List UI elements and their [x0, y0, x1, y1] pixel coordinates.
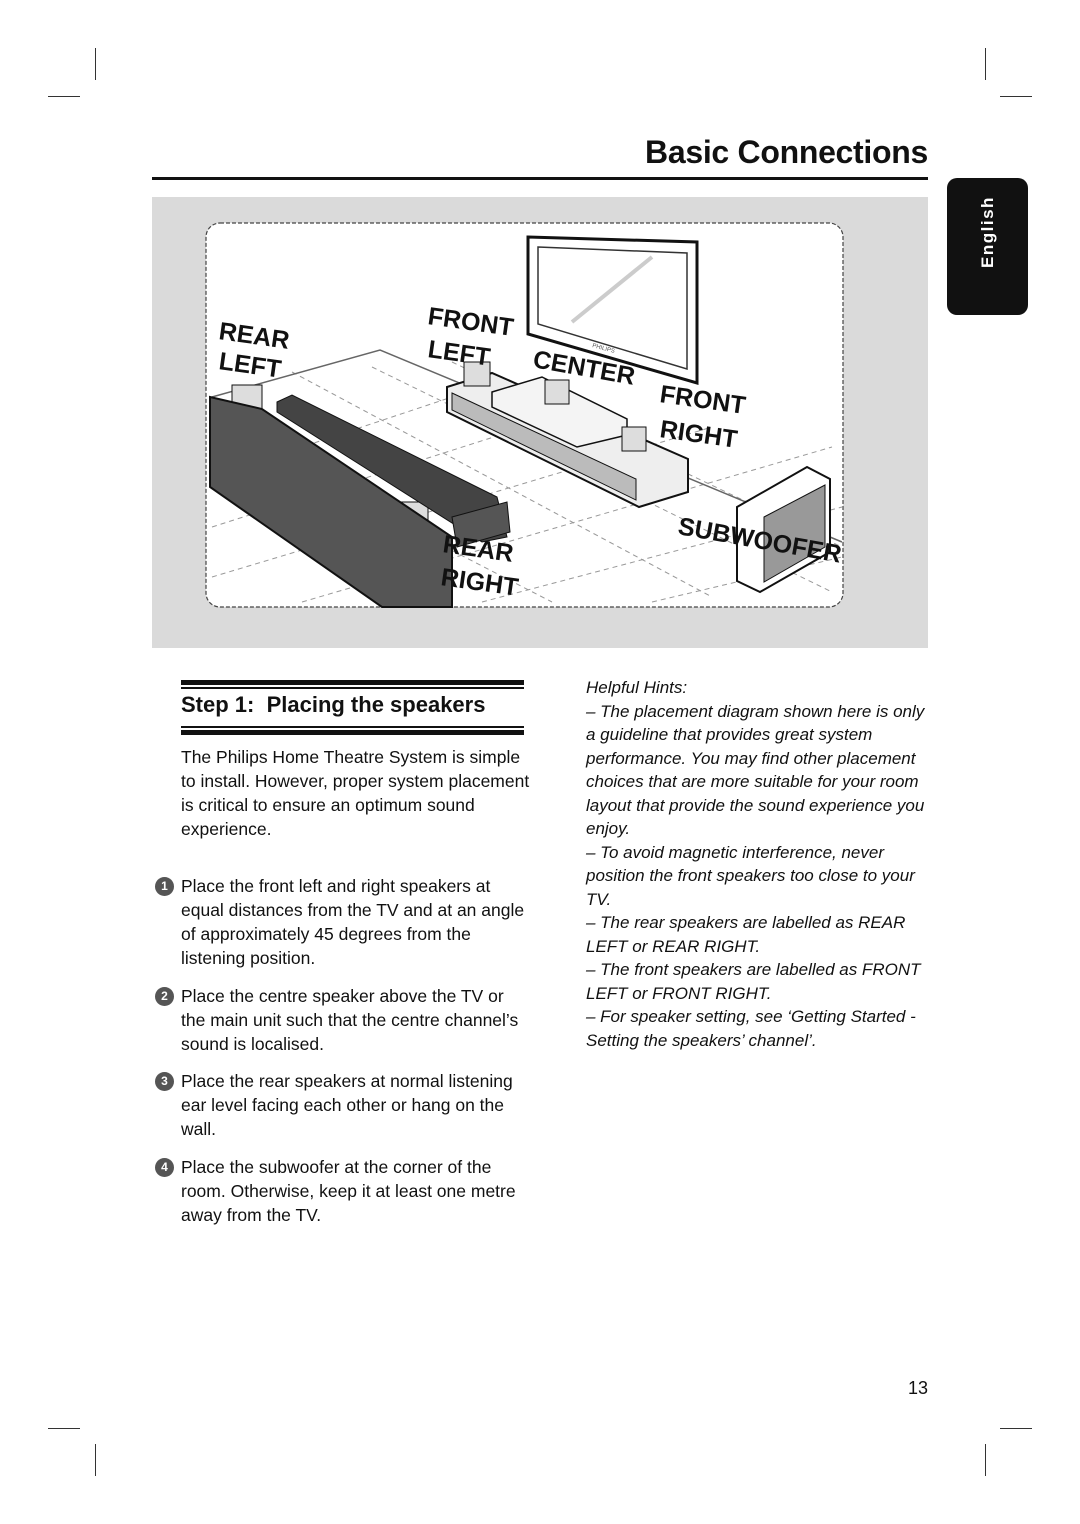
speaker-placement-diagram: PHILIPS REAR LEFT FRONT LEFT CENTER FRON…	[152, 197, 928, 648]
step-text: Place the subwoofer at the corner of the…	[181, 1157, 516, 1225]
language-tab: English	[947, 178, 1028, 315]
page-number: 13	[908, 1378, 929, 1398]
language-tab-label: English	[977, 196, 997, 268]
center-speaker	[544, 379, 570, 405]
heading-rule-top	[181, 680, 524, 689]
crop-mark	[48, 1428, 80, 1429]
hint-item: – The front speakers are labelled as FRO…	[586, 960, 921, 1003]
crop-mark	[1000, 96, 1032, 97]
title-rule	[152, 177, 928, 180]
hints-title: Helpful Hints:	[586, 678, 688, 697]
front-right-speaker	[621, 426, 647, 452]
step-number-badge: 1	[155, 877, 174, 896]
step-text: Place the rear speakers at normal listen…	[181, 1071, 513, 1139]
heading-rule-bottom	[181, 726, 524, 735]
step-number-badge: 4	[155, 1158, 174, 1177]
crop-mark	[1000, 1428, 1032, 1429]
step-text: Place the front left and right speakers …	[181, 876, 525, 968]
step-item: 2 Place the centre speaker above the TV o…	[155, 984, 531, 1056]
step-text: Place the centre speaker above the TV or…	[181, 986, 519, 1054]
intro-paragraph: The Philips Home Theatre System is simpl…	[181, 747, 530, 839]
step-item: 3 Place the rear speakers at normal liste…	[155, 1069, 531, 1141]
crop-mark	[985, 48, 986, 80]
crop-mark	[985, 1444, 986, 1476]
section-heading: Step 1: Placing the speakers	[181, 692, 486, 717]
step-item: 4 Place the subwoofer at the corner of th…	[155, 1155, 531, 1227]
step-number-badge: 3	[155, 1072, 174, 1091]
hint-item: – The rear speakers are labelled as REAR…	[586, 913, 906, 956]
hint-item: – To avoid magnetic interference, never …	[586, 842, 915, 909]
crop-mark	[95, 48, 96, 80]
helpful-hints: Helpful Hints: – The placement diagram s…	[586, 676, 936, 1052]
step-item: 1 Place the front left and right speakers…	[155, 874, 531, 970]
crop-mark	[48, 96, 80, 97]
hint-item: – For speaker setting, see ‘Getting Star…	[586, 1007, 916, 1050]
crop-mark	[95, 1444, 96, 1476]
hint-item: – The placement diagram shown here is on…	[586, 701, 925, 839]
step-number-badge: 2	[155, 987, 174, 1006]
page-title: Basic Connections	[645, 134, 928, 170]
